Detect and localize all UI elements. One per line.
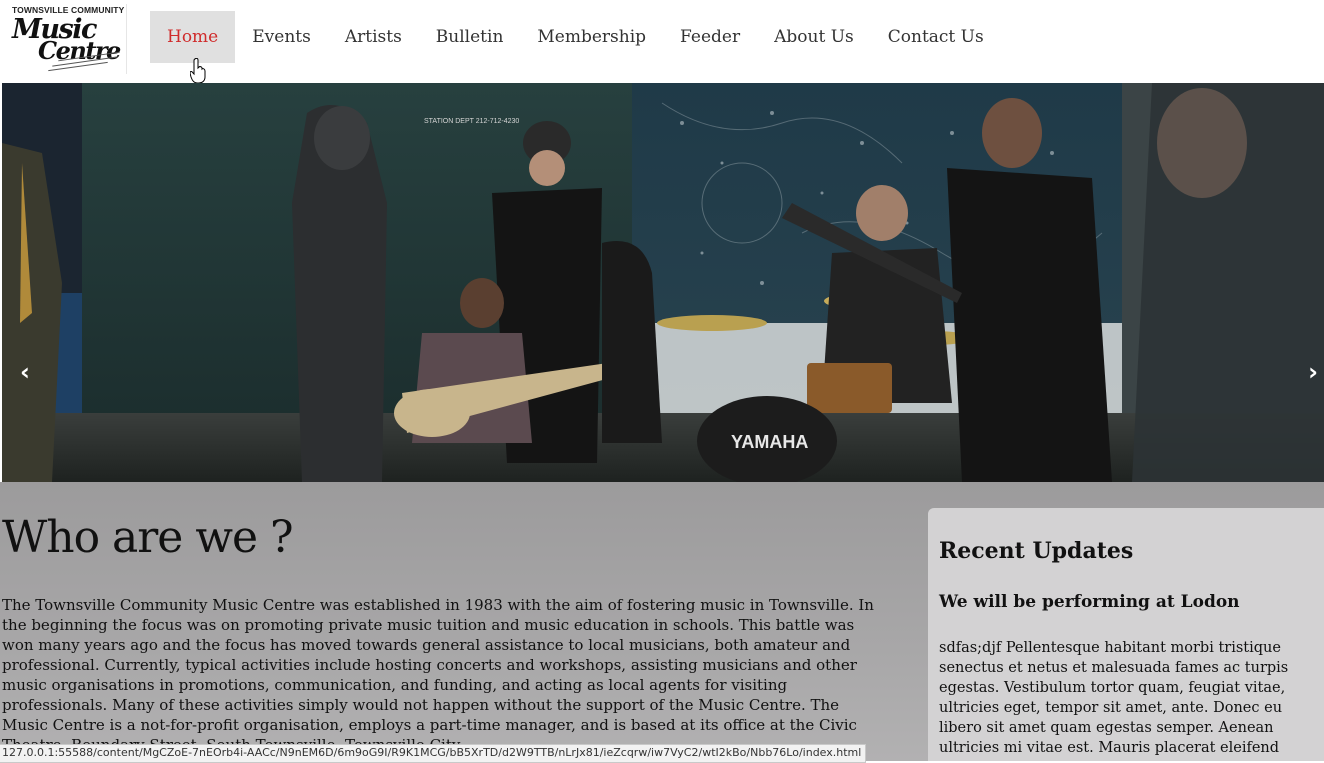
update-item-body: sdfas;djf Pellentesque habitant morbi tr… (939, 640, 1289, 756)
carousel-prev-button[interactable]: ‹ (20, 358, 30, 386)
nav-item-bulletin[interactable]: Bulletin (419, 11, 521, 63)
nav-item-label: Home (167, 27, 219, 47)
nav-item-contact-us[interactable]: Contact Us (871, 11, 1001, 63)
band-photo: STATION DEPT 212-712-4230 YAMAHA (2, 83, 1324, 482)
page-heading: Who are we ? (2, 512, 294, 563)
nav-item-feeder[interactable]: Feeder (663, 11, 757, 63)
site-logo[interactable]: TOWNSVILLE COMMUNITY Music Centre (8, 4, 127, 74)
update-item-title[interactable]: We will be performing at Lodon (939, 592, 1240, 612)
nav-item-home[interactable]: Home (150, 11, 236, 63)
recent-updates-title: Recent Updates (939, 538, 1134, 564)
nav-item-label: Feeder (680, 27, 741, 47)
site-header: TOWNSVILLE COMMUNITY Music Centre Home E… (0, 0, 1324, 84)
main-content: Who are we ? The Townsville Community Mu… (0, 482, 1324, 761)
recent-updates-panel: Recent Updates We will be performing at … (928, 508, 1324, 761)
nav-item-label: About Us (774, 27, 854, 47)
browser-status-bar: 127.0.0.1:55588/content/MgCZoE-7nEOrb4i-… (0, 744, 867, 763)
nav-item-artists[interactable]: Artists (328, 11, 419, 63)
nav-item-label: Events (252, 27, 311, 47)
nav-item-membership[interactable]: Membership (520, 11, 663, 63)
nav-item-label: Bulletin (435, 27, 504, 47)
drum-brand-text: YAMAHA (731, 432, 808, 452)
station-sign-text: STATION DEPT 212-712-4230 (424, 118, 519, 125)
nav-item-label: Artists (344, 27, 402, 47)
nav-item-about-us[interactable]: About Us (757, 11, 871, 63)
intro-paragraph: The Townsville Community Music Centre wa… (2, 596, 874, 754)
carousel-next-button[interactable]: › (1308, 358, 1318, 386)
logo-word-centre: Centre (38, 36, 121, 65)
hero-carousel[interactable]: STATION DEPT 212-712-4230 YAMAHA ‹ › (2, 83, 1324, 482)
main-nav: Home Events Artists Bulletin Membership … (150, 11, 1001, 63)
nav-item-label: Contact Us (887, 27, 984, 47)
nav-item-label: Membership (537, 27, 647, 47)
hand-cursor-icon (190, 58, 206, 84)
nav-item-events[interactable]: Events (235, 11, 328, 63)
